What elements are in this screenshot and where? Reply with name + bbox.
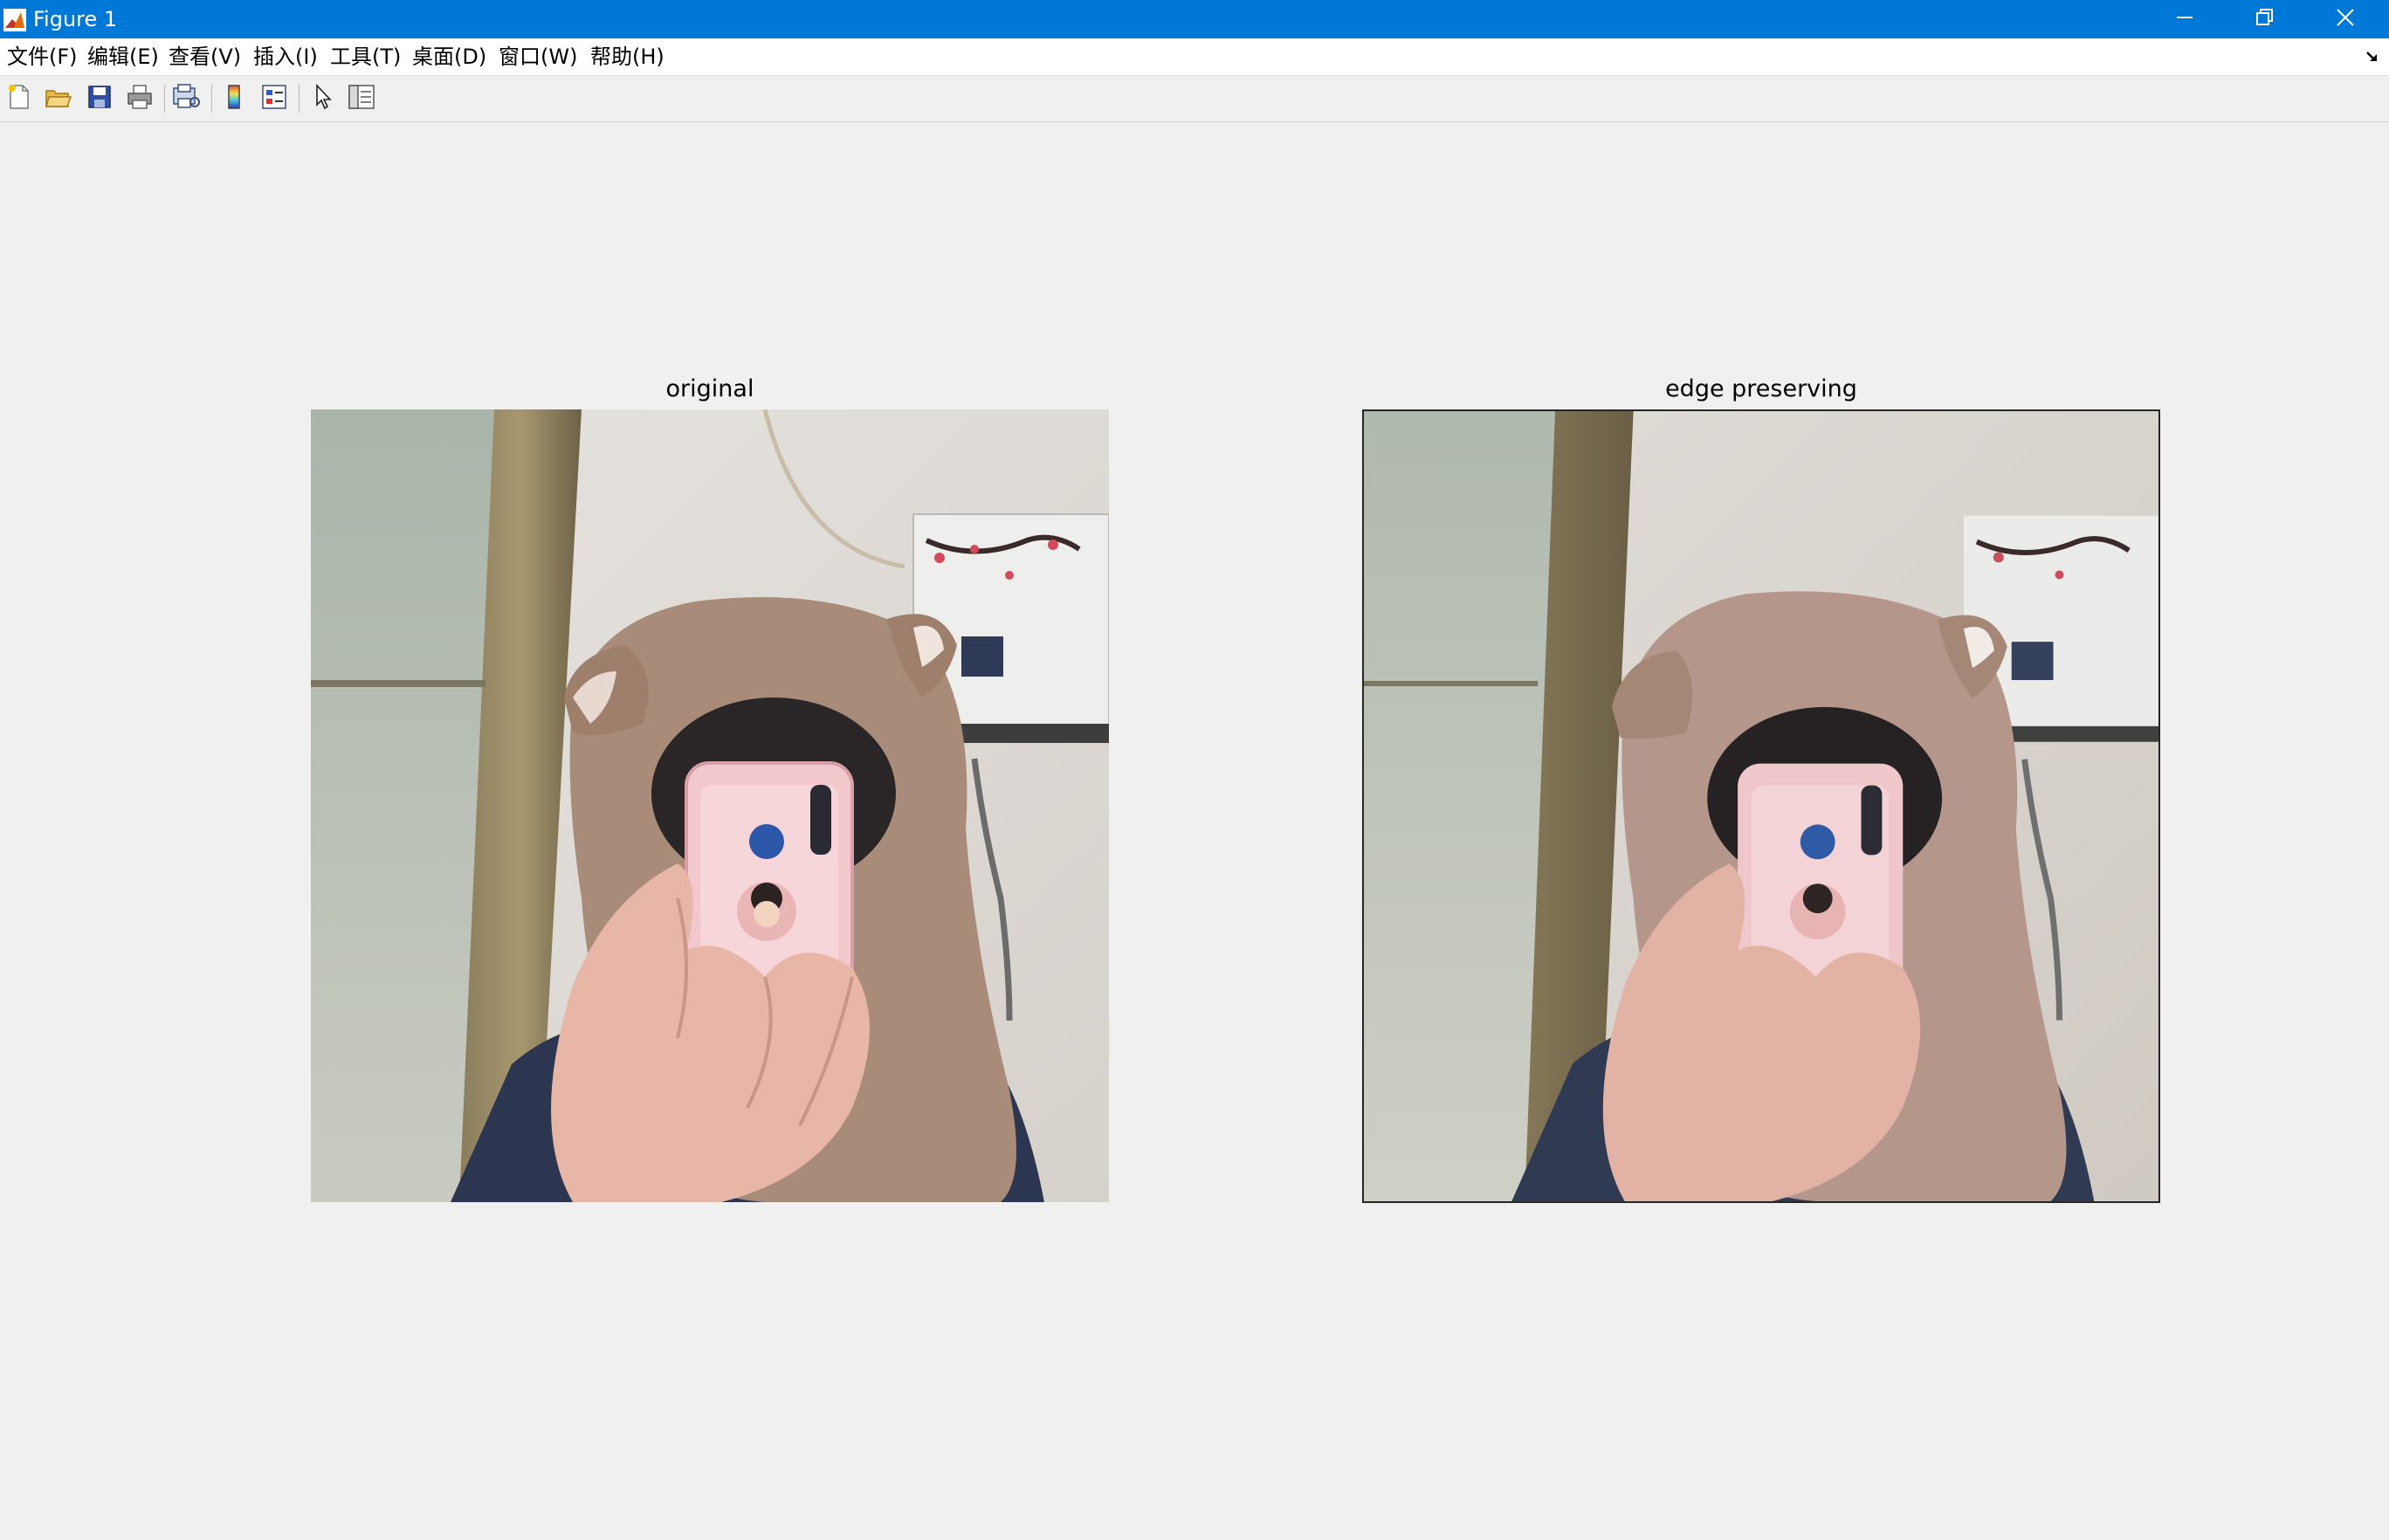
colorbar-icon	[220, 83, 248, 114]
menu-window[interactable]: 窗口(W)	[499, 38, 577, 75]
minimize-icon	[2175, 8, 2194, 31]
menu-bar: 文件(F) 编辑(E) 查看(V) 插入(I) 工具(T) 桌面(D) 窗口(W…	[0, 38, 2389, 76]
menu-edit[interactable]: 编辑(E)	[87, 38, 159, 75]
toolbar-separator	[211, 85, 212, 113]
dock-figure-icon[interactable]	[2365, 49, 2380, 65]
figure-toolbar	[0, 76, 2389, 122]
subplot-title-edge-preserving: edge preserving	[1665, 375, 1857, 402]
print-preview-icon	[172, 83, 202, 114]
figure-canvas: original edge preserving	[0, 122, 2389, 1540]
menu-tools[interactable]: 工具(T)	[330, 38, 401, 75]
open-file-button[interactable]	[42, 83, 73, 114]
print-icon	[126, 83, 154, 114]
restore-button[interactable]	[2225, 0, 2305, 38]
image-axes-edge-preserving[interactable]	[1362, 409, 2160, 1203]
colorbar-button[interactable]	[218, 83, 250, 114]
window-titlebar: Figure 1	[0, 0, 2389, 38]
open-file-icon	[44, 83, 72, 114]
window-title: Figure 1	[33, 7, 118, 31]
property-inspector-icon	[347, 83, 376, 114]
edit-plot-button[interactable]	[307, 83, 339, 114]
legend-icon	[260, 83, 288, 114]
close-button[interactable]	[2305, 0, 2386, 38]
original-photo	[311, 409, 1109, 1202]
menu-help[interactable]: 帮助(H)	[590, 38, 664, 75]
menu-view[interactable]: 查看(V)	[169, 38, 241, 75]
subplot-title-original: original	[665, 375, 754, 402]
edit-plot-arrow-icon	[309, 83, 337, 114]
restore-icon	[2255, 8, 2275, 31]
matlab-icon	[3, 9, 26, 31]
new-figure-button[interactable]	[3, 83, 35, 114]
menu-file[interactable]: 文件(F)	[7, 38, 78, 75]
legend-button[interactable]	[258, 83, 290, 114]
save-icon	[86, 83, 114, 114]
minimize-button[interactable]	[2145, 0, 2225, 38]
image-axes-original[interactable]	[311, 409, 1109, 1202]
menu-desktop[interactable]: 桌面(D)	[412, 38, 486, 75]
save-button[interactable]	[84, 83, 115, 114]
close-icon	[2336, 8, 2355, 31]
toolbar-separator	[164, 85, 165, 113]
menu-insert[interactable]: 插入(I)	[253, 38, 318, 75]
property-inspector-button[interactable]	[346, 83, 377, 114]
print-button[interactable]	[124, 83, 155, 114]
new-figure-icon	[5, 83, 33, 114]
edge-preserving-photo	[1364, 411, 2158, 1201]
print-preview-button[interactable]	[171, 83, 203, 114]
